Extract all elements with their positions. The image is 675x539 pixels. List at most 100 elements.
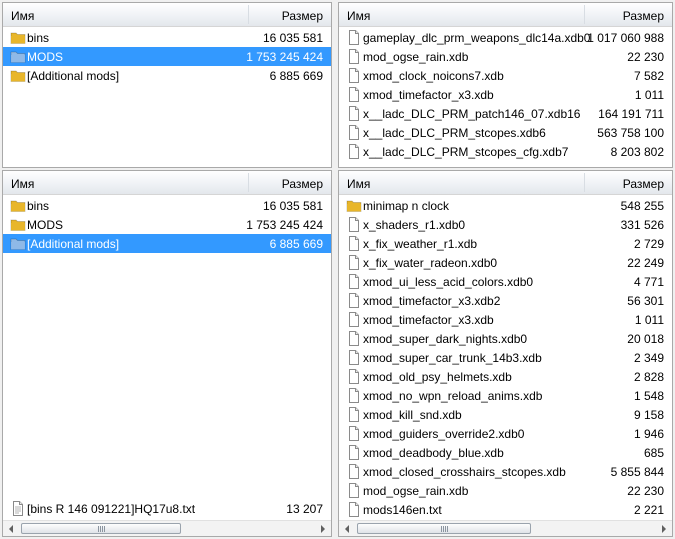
column-divider[interactable]: [248, 5, 249, 24]
size-column-header[interactable]: Размер: [623, 9, 664, 23]
size-column-header[interactable]: Размер: [623, 177, 664, 191]
list-item[interactable]: MODS 1 753 245 424: [3, 47, 331, 66]
size-column-header[interactable]: Размер: [282, 9, 323, 23]
file-name: x_fix_water_radeon.xdb0: [363, 256, 498, 270]
list-item[interactable]: x_shaders_r1.xdb0 331 526: [339, 215, 672, 234]
list-item[interactable]: xmod_super_dark_nights.xdb0 20 018: [339, 329, 672, 348]
file-icon: [346, 236, 362, 251]
list-item[interactable]: x__ladc_DLC_PRM_stcopes.xdb6 563 758 100: [339, 123, 672, 142]
file-size: 1 548: [633, 389, 664, 403]
file-size: 2 729: [633, 237, 664, 251]
file-size: 1 011: [634, 313, 664, 327]
right-top-file-pane[interactable]: Имя Размер gameplay_dlc_prm_weapons_dlc1…: [338, 2, 673, 168]
list-item[interactable]: xmod_super_car_trunk_14b3.xdb 2 349: [339, 348, 672, 367]
file-name: x__ladc_DLC_PRM_stcopes_cfg.xdb7: [363, 145, 569, 159]
file-name: xmod_timefactor_x3.xdb2: [363, 294, 501, 308]
list-item[interactable]: gameplay_dlc_prm_weapons_dlc14a.xdb0 1 01…: [339, 28, 672, 47]
left-bottom-file-pane[interactable]: Имя Размер bins 16 035 581 MODS 1 753 245 4…: [2, 170, 332, 537]
list-item[interactable]: [Additional mods] 6 885 669: [3, 66, 331, 85]
horizontal-scrollbar[interactable]: [3, 520, 331, 536]
scroll-right-button[interactable]: [656, 521, 672, 536]
list-item[interactable]: xmod_closed_crosshairs_stcopes.xdb 5 855 …: [339, 462, 672, 481]
column-header: Имя Размер: [3, 171, 331, 195]
column-divider[interactable]: [584, 173, 585, 192]
list-item[interactable]: xmod_old_psy_helmets.xdb 2 828: [339, 367, 672, 386]
file-size: 16 035 581: [262, 199, 323, 213]
file-size: 4 771: [633, 275, 664, 289]
list-item[interactable]: mod_ogse_rain.xdb 22 230: [339, 47, 672, 66]
file-size: 20 018: [627, 332, 664, 346]
file-name: x_fix_weather_r1.xdb: [363, 237, 478, 251]
list-item[interactable]: bins 16 035 581: [3, 196, 331, 215]
scroll-left-button[interactable]: [339, 521, 355, 536]
file-icon: [346, 217, 362, 232]
list-item[interactable]: xmod_timefactor_x3.xdb2 56 301: [339, 291, 672, 310]
file-size: 9 158: [633, 408, 664, 422]
size-column-header[interactable]: Размер: [282, 177, 323, 191]
file-icon: [346, 445, 362, 460]
name-column-header[interactable]: Имя: [347, 177, 370, 191]
file-name: xmod_no_wpn_reload_anims.xdb: [363, 389, 543, 403]
file-size: 8 203 802: [610, 145, 664, 159]
column-divider[interactable]: [584, 5, 585, 24]
list-item[interactable]: minimap n clock 548 255: [339, 196, 672, 215]
scrollbar-thumb[interactable]: [357, 523, 531, 534]
list-item[interactable]: xmod_timefactor_x3.xdb 1 011: [339, 85, 672, 104]
list-item[interactable]: mod_ogse_rain.xdb 22 230: [339, 481, 672, 500]
list-item[interactable]: mods146en.txt 2 221: [339, 500, 672, 519]
file-icon: [346, 312, 362, 327]
file-size: 2 828: [633, 370, 664, 384]
list-item[interactable]: x__ladc_DLC_PRM_patch146_07.xdb16 164 191…: [339, 104, 672, 123]
text-file-icon: [10, 501, 26, 516]
left-top-file-pane[interactable]: Имя Размер bins 16 035 581 MODS 1 753 245 4…: [2, 2, 332, 168]
file-name: x__ladc_DLC_PRM_patch146_07.xdb16: [363, 107, 581, 121]
file-name: MODS: [27, 218, 63, 232]
file-name: [Additional mods]: [27, 237, 120, 251]
name-column-header[interactable]: Имя: [347, 9, 370, 23]
list-item[interactable]: [Additional mods] 6 885 669: [3, 234, 331, 253]
list-item[interactable]: xmod_no_wpn_reload_anims.xdb 1 548: [339, 386, 672, 405]
file-size: 1 017 060 988: [587, 31, 664, 45]
right-bottom-file-pane[interactable]: Имя Размер minimap n clock 548 255 x_shade…: [338, 170, 673, 537]
file-size: 2 221: [633, 503, 664, 517]
horizontal-scrollbar[interactable]: [339, 520, 672, 536]
file-size: 5 855 844: [610, 465, 664, 479]
folder-icon: [10, 198, 26, 213]
file-name: mod_ogse_rain.xdb: [363, 50, 469, 64]
file-icon: [346, 483, 362, 498]
list-item[interactable]: [bins R 146 091221]HQ17u8.txt 13 207: [3, 499, 331, 518]
scrollbar-thumb[interactable]: [21, 523, 181, 534]
list-item[interactable]: xmod_deadbody_blue.xdb 685: [339, 443, 672, 462]
folder-icon: [346, 198, 362, 213]
list-item[interactable]: MODS 1 753 245 424: [3, 215, 331, 234]
list-item[interactable]: bins 16 035 581: [3, 28, 331, 47]
file-name: MODS: [27, 50, 63, 64]
scroll-right-button[interactable]: [315, 521, 331, 536]
file-name: xmod_closed_crosshairs_stcopes.xdb: [363, 465, 566, 479]
scroll-left-button[interactable]: [3, 521, 19, 536]
list-item[interactable]: xmod_kill_snd.xdb 9 158: [339, 405, 672, 424]
file-name: minimap n clock: [363, 199, 450, 213]
list-item[interactable]: x__ladc_DLC_PRM_stcopes_cfg.xdb7 8 203 80…: [339, 142, 672, 161]
file-icon: [346, 87, 362, 102]
list-item[interactable]: x_fix_water_radeon.xdb0 22 249: [339, 253, 672, 272]
file-name: xmod_kill_snd.xdb: [363, 408, 462, 422]
list-item[interactable]: xmod_timefactor_x3.xdb 1 011: [339, 310, 672, 329]
list-item[interactable]: xmod_guiders_override2.xdb0 1 946: [339, 424, 672, 443]
file-size: 563 758 100: [597, 126, 664, 140]
list-item[interactable]: xmod_clock_noicons7.xdb 7 582: [339, 66, 672, 85]
file-icon: [346, 426, 362, 441]
file-icon: [346, 293, 362, 308]
list-item[interactable]: xmod_ui_less_acid_colors.xdb0 4 771: [339, 272, 672, 291]
file-name: xmod_guiders_override2.xdb0: [363, 427, 525, 441]
list-item[interactable]: x_fix_weather_r1.xdb 2 729: [339, 234, 672, 253]
file-name: xmod_timefactor_x3.xdb: [363, 88, 494, 102]
folder-icon: [10, 49, 26, 64]
file-name: xmod_old_psy_helmets.xdb: [363, 370, 512, 384]
folder-icon: [10, 236, 26, 251]
name-column-header[interactable]: Имя: [11, 177, 34, 191]
name-column-header[interactable]: Имя: [11, 9, 34, 23]
file-icon: [346, 502, 362, 517]
file-size: 331 526: [620, 218, 664, 232]
column-divider[interactable]: [248, 173, 249, 192]
